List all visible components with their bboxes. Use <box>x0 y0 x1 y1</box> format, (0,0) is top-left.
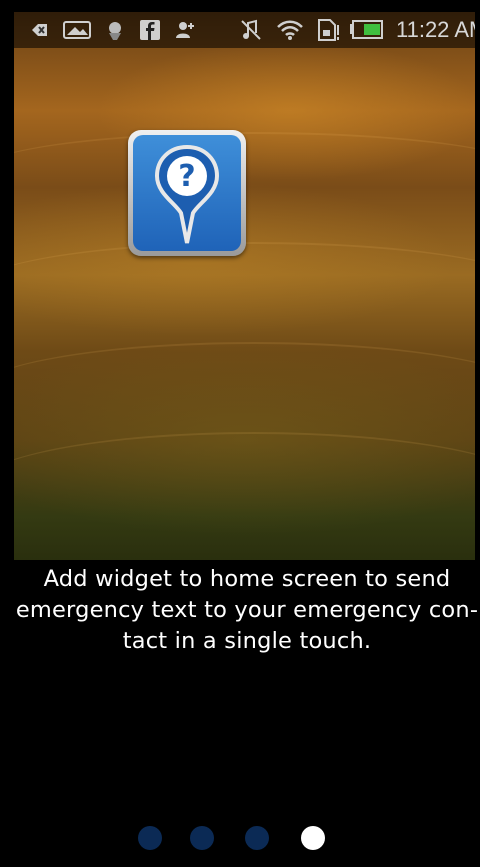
wifi-icon <box>277 20 303 40</box>
page-dot-active[interactable] <box>301 826 325 850</box>
page-dot[interactable] <box>138 826 162 850</box>
add-contact-icon <box>176 22 194 38</box>
emergency-widget[interactable]: ? <box>128 130 246 256</box>
back-arrow-icon <box>32 24 47 36</box>
mascot-icon <box>109 22 121 40</box>
page-dot[interactable] <box>245 826 269 850</box>
music-muted-icon <box>241 19 261 40</box>
status-bar: 11:22 AM <box>14 12 475 48</box>
facebook-icon <box>140 20 160 40</box>
page-indicator <box>0 826 480 850</box>
battery-icon <box>350 20 383 39</box>
instruction-caption: Add widget to home screen to send emerge… <box>15 566 479 654</box>
sim-icon <box>318 19 339 41</box>
image-icon <box>63 21 91 39</box>
question-location-pin-icon: ? <box>154 144 220 244</box>
wallpaper-hill <box>14 242 475 334</box>
home-screen-preview: 11:22 AM ? <box>14 12 475 560</box>
page-dot[interactable] <box>190 826 214 850</box>
svg-text:?: ? <box>178 159 195 194</box>
widget-background: ? <box>133 135 241 251</box>
status-time: 11:22 AM <box>396 17 475 42</box>
wallpaper-hill <box>14 432 475 544</box>
wallpaper-hill <box>14 342 475 444</box>
